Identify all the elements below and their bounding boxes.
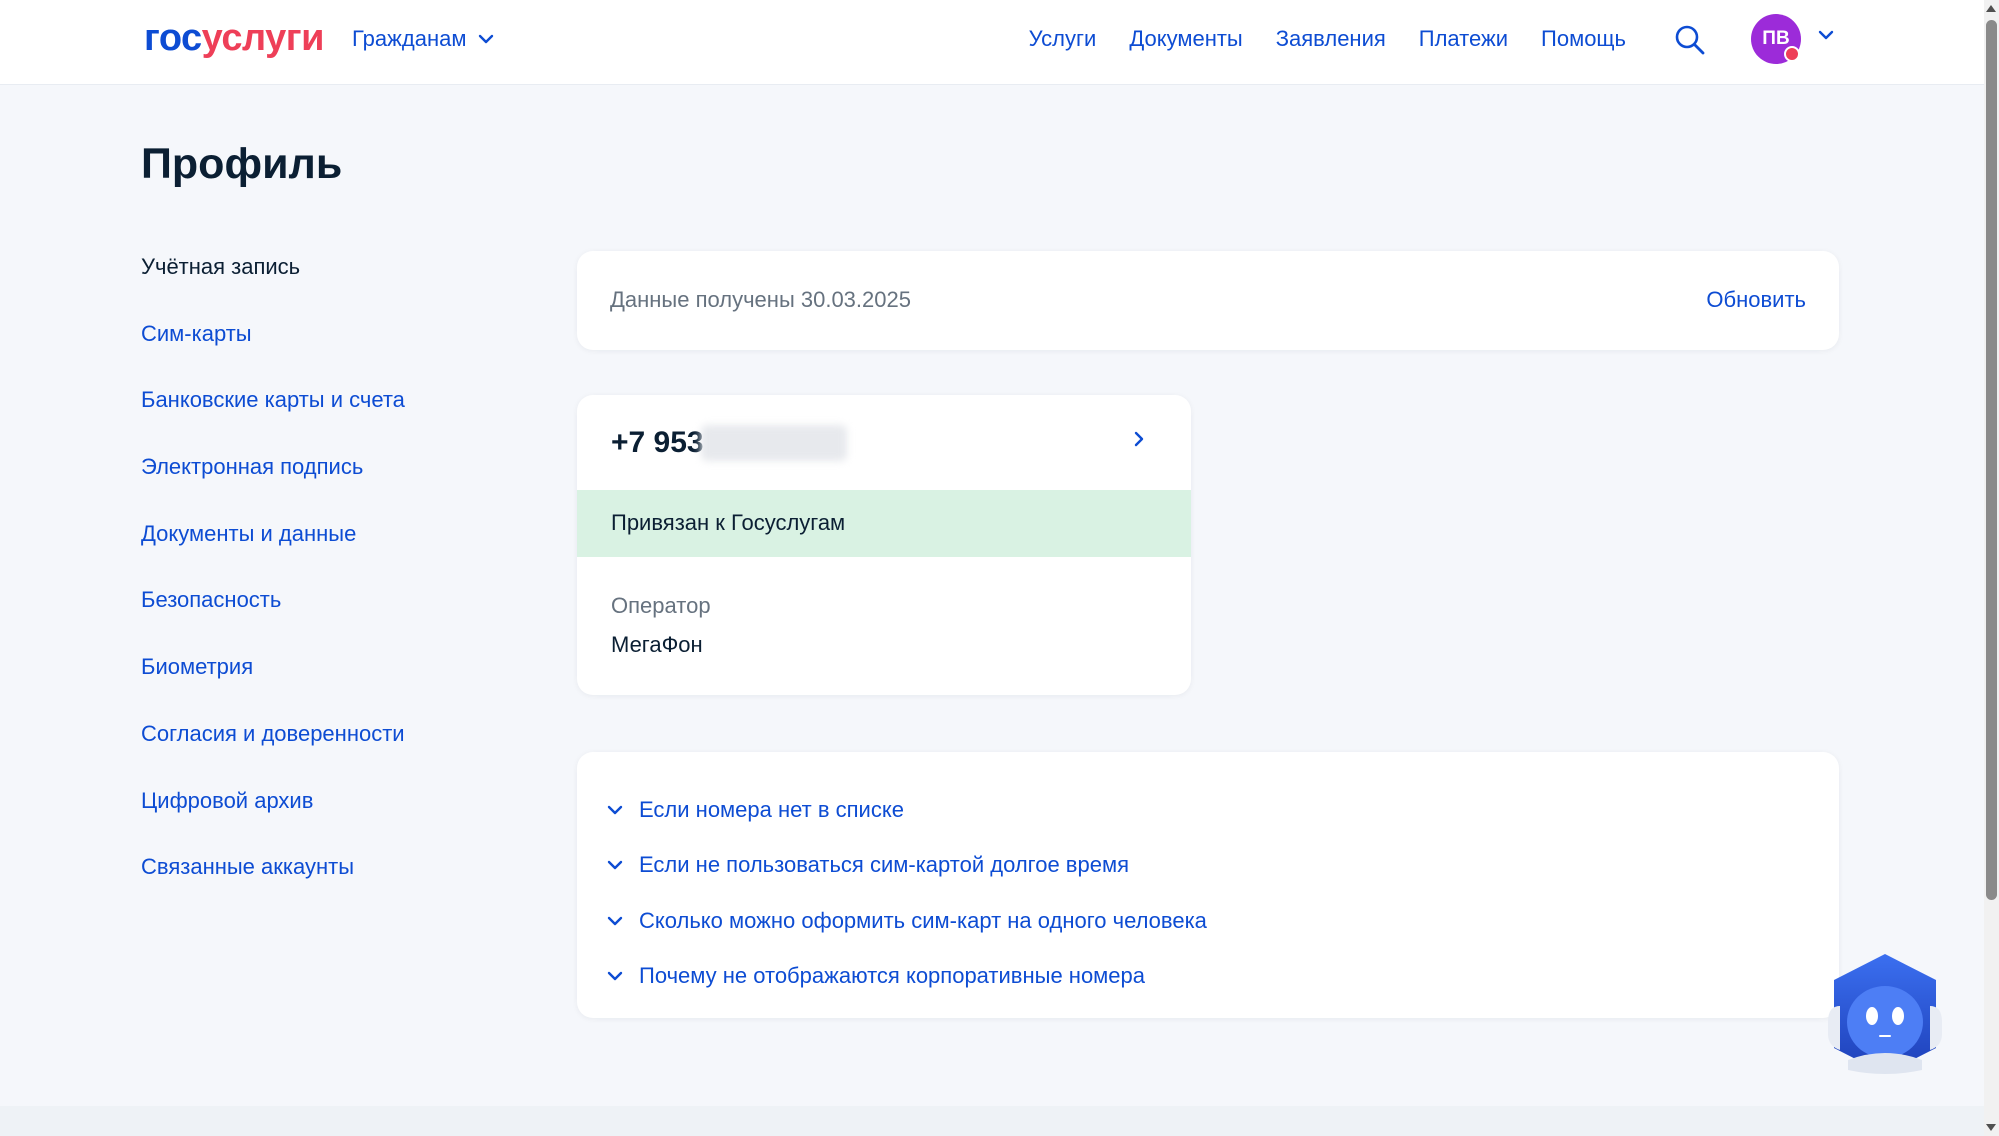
page-title: Профиль [141, 140, 343, 188]
faq-item-label: Сколько можно оформить сим-карт на одног… [639, 907, 1207, 933]
avatar-initials: ПВ [1762, 28, 1790, 49]
audience-selector[interactable]: Гражданам [352, 24, 494, 54]
sidebar-item-linked-accounts[interactable]: Связанные аккаунты [141, 850, 405, 917]
faq-item-label: Если номера нет в списке [639, 796, 904, 822]
faq-item-corporate-numbers[interactable]: Почему не отображаются корпоративные ном… [607, 949, 1207, 1005]
notification-dot [1784, 46, 1800, 62]
chevron-down-icon [607, 916, 623, 925]
operator-label: Оператор [611, 593, 711, 618]
logo-part-1: гос [144, 17, 202, 59]
faq-item-sim-limit[interactable]: Сколько можно оформить сим-карт на одног… [607, 893, 1207, 949]
chevron-down-icon [607, 861, 623, 870]
sidebar-item-sim-cards[interactable]: Сим-карты [141, 317, 405, 384]
sidebar-item-documents[interactable]: Документы и данные [141, 517, 405, 584]
scrollbar[interactable] [1984, 0, 1999, 1136]
sidebar-item-e-signature[interactable]: Электронная подпись [141, 450, 405, 517]
chevron-down-icon [479, 34, 494, 44]
sim-card: +7 953 Привязан к Госуслугам Оператор Ме… [577, 395, 1191, 695]
chevron-down-icon [607, 805, 623, 814]
profile-sidebar: Учётная запись Сим-карты Банковские карт… [141, 250, 405, 917]
sim-status-text: Привязан к Госуслугам [611, 510, 846, 535]
logo-part-2: услуги [201, 17, 325, 59]
refresh-button[interactable]: Обновить [1706, 285, 1806, 315]
footer-strip [0, 1106, 1984, 1136]
main-nav: Услуги Документы Заявления Платежи Помощ… [1029, 24, 1626, 54]
assistant-robot-icon[interactable] [1826, 950, 1944, 1078]
gosuslugi-logo[interactable]: госуслуги [144, 16, 324, 60]
data-received-text: Данные получены 30.03.2025 [610, 287, 911, 312]
nav-documents[interactable]: Документы [1129, 24, 1242, 54]
scroll-down-icon[interactable] [1986, 1124, 1996, 1131]
sidebar-item-consents[interactable]: Согласия и доверенности [141, 717, 405, 784]
faq-card: Если номера нет в списке Если не пользов… [577, 752, 1839, 1018]
sim-status-banner: Привязан к Госуслугам [577, 490, 1191, 557]
faq-item-label: Если не пользоваться сим-картой долгое в… [639, 852, 1130, 878]
sidebar-item-security[interactable]: Безопасность [141, 583, 405, 650]
nav-payments[interactable]: Платежи [1419, 24, 1508, 54]
faq-item-number-missing[interactable]: Если номера нет в списке [607, 782, 1207, 838]
chevron-down-icon [607, 972, 623, 981]
audience-label: Гражданам [352, 26, 467, 51]
faq-item-label: Почему не отображаются корпоративные ном… [639, 963, 1146, 989]
nav-help[interactable]: Помощь [1541, 24, 1626, 54]
sim-card-header[interactable]: +7 953 [577, 395, 1191, 490]
search-icon[interactable] [1674, 24, 1706, 56]
sidebar-item-biometrics[interactable]: Биометрия [141, 650, 405, 717]
faq-item-unused-sim[interactable]: Если не пользоваться сим-картой долгое в… [607, 838, 1207, 894]
nav-applications[interactable]: Заявления [1276, 24, 1386, 54]
phone-number-redacted [701, 425, 847, 461]
scrollbar-thumb[interactable] [1986, 20, 1997, 900]
sidebar-item-bank-cards[interactable]: Банковские карты и счета [141, 383, 405, 450]
phone-number: +7 953 [611, 426, 704, 459]
chevron-right-icon [1134, 431, 1144, 447]
chevron-down-icon[interactable] [1818, 30, 1834, 40]
avatar[interactable]: ПВ [1751, 14, 1801, 64]
header: госуслуги Гражданам Услуги Документы Зая… [0, 0, 1984, 85]
data-status-card: Данные получены 30.03.2025 Обновить [577, 251, 1839, 350]
faq-list: Если номера нет в списке Если не пользов… [607, 782, 1207, 1004]
sidebar-item-account[interactable]: Учётная запись [141, 250, 405, 317]
scroll-up-icon[interactable] [1986, 5, 1996, 12]
operator-value: МегаФон [611, 632, 703, 657]
sidebar-item-digital-archive[interactable]: Цифровой архив [141, 784, 405, 851]
nav-services[interactable]: Услуги [1029, 24, 1097, 54]
